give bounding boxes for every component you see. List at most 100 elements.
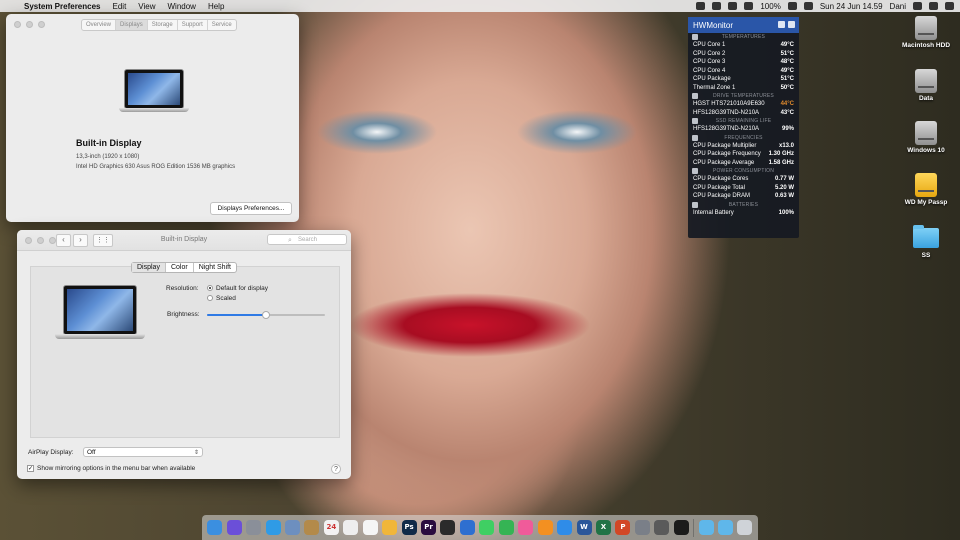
search-field[interactable]: ⌕ Search <box>267 234 347 245</box>
chevron-updown-icon: ⇕ <box>193 450 199 456</box>
menu-help[interactable]: Help <box>208 2 224 11</box>
word-icon[interactable]: W <box>576 520 592 535</box>
airplay-select[interactable]: Off ⇕ <box>83 447 203 457</box>
desktop-icon-ss[interactable]: SS <box>894 225 958 259</box>
menu-edit[interactable]: Edit <box>113 2 127 11</box>
sensor-label: CPU Package DRAM <box>693 193 751 200</box>
app-store-icon[interactable] <box>557 520 573 535</box>
help-button[interactable]: ? <box>331 464 341 474</box>
itunes-icon[interactable] <box>518 520 534 535</box>
system-preferences-icon[interactable] <box>634 520 650 535</box>
documents-folder-icon[interactable] <box>718 520 734 535</box>
status-app-icon[interactable] <box>696 2 706 10</box>
tab-overview[interactable]: Overview <box>82 20 117 30</box>
sensor-label: Internal Battery <box>693 209 734 216</box>
window-controls <box>14 21 45 28</box>
user-name[interactable]: Dani <box>890 2 906 11</box>
siri-icon[interactable] <box>226 520 242 535</box>
messages-icon[interactable] <box>479 520 495 535</box>
sensor-value: 5.20 W <box>774 184 794 191</box>
safari-icon[interactable] <box>265 520 281 535</box>
radio-scaled[interactable] <box>207 295 213 301</box>
hwmonitor-row: CPU Core 3 48°C <box>688 58 799 67</box>
spotlight-icon[interactable] <box>913 2 922 10</box>
brightness-knob[interactable] <box>262 311 270 319</box>
display-graphics: Intel HD Graphics 630 Asus ROG Edition 1… <box>76 164 236 170</box>
tab-support[interactable]: Support <box>178 20 208 30</box>
expand-icon[interactable] <box>778 21 785 28</box>
dock: 24 Ps Pr W X P <box>202 515 758 540</box>
laptop-image <box>55 285 145 341</box>
section-icon <box>692 118 698 124</box>
brightness-slider[interactable] <box>207 311 325 319</box>
tab-color[interactable]: Color <box>166 263 194 272</box>
bluetooth-icon[interactable] <box>712 2 722 10</box>
sensor-value: 1.58 GHz <box>768 159 794 166</box>
section-icon <box>692 201 698 208</box>
hwmonitor-row: CPU Package Average 1.58 GHz <box>688 159 799 168</box>
finder-icon[interactable] <box>207 520 223 535</box>
hwmonitor-row: CPU Package Cores 0.77 W <box>688 175 799 184</box>
notification-center-icon[interactable] <box>945 2 954 10</box>
downloads-folder-icon[interactable] <box>698 520 714 535</box>
menu-view[interactable]: View <box>138 2 155 11</box>
close-button[interactable] <box>14 21 21 28</box>
launchpad-icon[interactable] <box>246 520 262 535</box>
tab-night-shift[interactable]: Night Shift <box>194 263 236 272</box>
input-source-icon[interactable] <box>803 2 813 10</box>
tab-storage[interactable]: Storage <box>148 20 178 30</box>
clock[interactable]: Sun 24 Jun 14.59 <box>820 2 883 11</box>
final-cut-icon[interactable] <box>440 520 456 535</box>
trash-icon[interactable] <box>737 520 753 535</box>
hwmonitor-section-header: SSD REMAINING LIFE <box>688 117 799 125</box>
notes-icon[interactable] <box>304 520 320 535</box>
sensor-label: HFS128G39TND-N210A <box>693 126 760 133</box>
menu-app-name[interactable]: System Preferences <box>24 2 101 11</box>
facetime-icon[interactable] <box>498 520 514 535</box>
textedit-icon[interactable] <box>343 520 359 535</box>
volume-icon[interactable] <box>744 2 754 10</box>
dock-separator <box>693 518 695 537</box>
gear-icon[interactable] <box>788 21 795 28</box>
section-title: FREQUENCIES <box>724 134 763 141</box>
minimize-button[interactable] <box>26 21 33 28</box>
section-icon <box>692 168 698 174</box>
displays-preferences-button[interactable]: Displays Preferences... <box>210 202 292 215</box>
tab-display[interactable]: Display <box>132 263 166 272</box>
battery-icon[interactable] <box>787 2 797 10</box>
sensor-label: CPU Package Multiplier <box>693 142 757 149</box>
powerpoint-icon[interactable]: P <box>615 520 631 535</box>
desktop-icon-windows-10[interactable]: Windows 10 <box>894 121 958 154</box>
ibooks-icon[interactable] <box>537 520 553 535</box>
preview-icon[interactable] <box>284 520 300 535</box>
radio-default-for-display[interactable] <box>207 285 213 291</box>
desktop-icon-wd-my-passport[interactable]: WD My Passp <box>894 173 958 206</box>
photoshop-icon[interactable]: Ps <box>401 520 417 535</box>
excel-icon[interactable]: X <box>595 520 611 535</box>
display-preferences-window: ‹ › ⋮⋮ Built-in Display ⌕ Search Display… <box>17 230 351 479</box>
terminal-icon[interactable] <box>673 520 689 535</box>
section-title: DRIVE TEMPERATURES <box>713 93 774 99</box>
sensor-label: CPU Core 2 <box>693 50 726 57</box>
section-title: TEMPERATURES <box>721 34 766 40</box>
siri-menu-icon[interactable] <box>929 2 938 10</box>
keynote-icon[interactable] <box>459 520 475 535</box>
tab-displays[interactable]: Displays <box>116 20 148 30</box>
wifi-icon[interactable] <box>728 2 738 10</box>
desktop-icon-data[interactable]: Data <box>894 69 958 102</box>
zoom-button[interactable] <box>38 21 45 28</box>
reminders-icon[interactable] <box>362 520 378 535</box>
photos-icon[interactable] <box>382 520 398 535</box>
hwmonitor-section-header: FREQUENCIES <box>688 134 799 142</box>
mirroring-checkbox[interactable]: ✓ <box>27 465 34 472</box>
hwmonitor-row: CPU Package DRAM 0.63 W <box>688 192 799 201</box>
tab-service[interactable]: Service <box>208 20 236 30</box>
battery-percent[interactable]: 100% <box>760 2 780 11</box>
menu-window[interactable]: Window <box>168 2 196 11</box>
calendar-icon[interactable]: 24 <box>323 520 339 535</box>
activity-monitor-icon[interactable] <box>654 520 670 535</box>
desktop-icon-macintosh-hdd[interactable]: Macintosh HDD <box>894 16 958 49</box>
section-icon <box>692 134 698 141</box>
premiere-icon[interactable]: Pr <box>421 520 437 535</box>
hwmonitor-row: Thermal Zone 1 50°C <box>688 84 799 93</box>
